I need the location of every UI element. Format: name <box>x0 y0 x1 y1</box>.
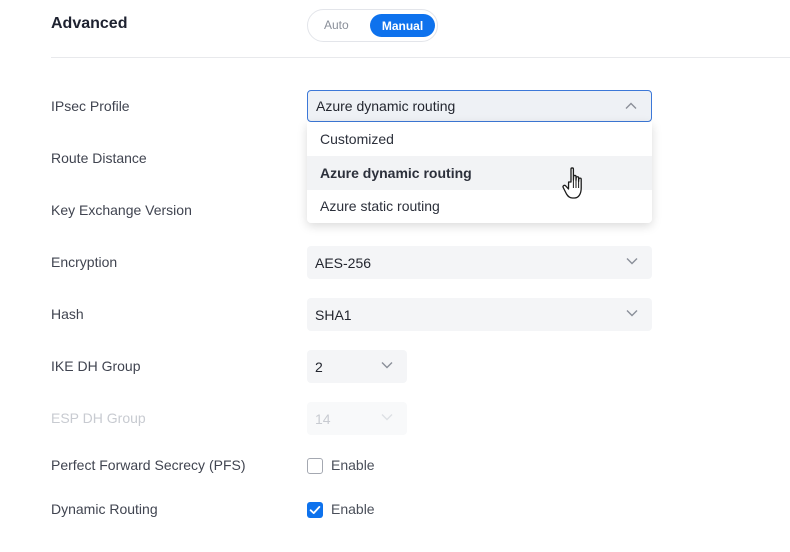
dynamic-routing-label: Dynamic Routing <box>51 501 158 517</box>
key-exchange-version-label: Key Exchange Version <box>51 202 192 218</box>
pfs-label: Perfect Forward Secrecy (PFS) <box>51 457 246 473</box>
dynamic-routing-checkbox[interactable] <box>307 502 323 518</box>
mode-manual-option[interactable]: Manual <box>370 14 435 37</box>
dropdown-option-azure-static-routing[interactable]: Azure static routing <box>307 189 652 223</box>
dropdown-option-azure-dynamic-routing[interactable]: Azure dynamic routing <box>307 156 652 190</box>
ipsec-profile-select[interactable]: Azure dynamic routing <box>307 90 652 122</box>
esp-dh-group-value: 14 <box>315 410 331 427</box>
chevron-down-icon <box>381 362 393 369</box>
hash-select[interactable]: SHA1 <box>307 298 652 331</box>
dropdown-option-customized[interactable]: Customized <box>307 122 652 156</box>
ipsec-profile-dropdown: Customized Azure dynamic routing Azure s… <box>307 122 652 223</box>
checkmark-icon <box>309 506 321 514</box>
chevron-down-icon <box>626 310 638 317</box>
dynamic-routing-enable-label[interactable]: Enable <box>331 501 375 517</box>
pfs-enable-label[interactable]: Enable <box>331 457 375 473</box>
ike-dh-group-select[interactable]: 2 <box>307 350 407 383</box>
ipsec-profile-label: IPsec Profile <box>51 98 130 114</box>
mode-toggle[interactable]: Auto Manual <box>307 9 438 42</box>
encryption-label: Encryption <box>51 254 118 270</box>
pfs-checkbox[interactable] <box>307 458 323 474</box>
hash-label: Hash <box>51 306 84 322</box>
ipsec-profile-value: Azure dynamic routing <box>316 98 456 114</box>
chevron-down-icon <box>381 414 393 421</box>
hand-pointer-icon <box>562 167 582 199</box>
chevron-up-icon <box>625 102 637 109</box>
chevron-down-icon <box>626 258 638 265</box>
ike-dh-group-value: 2 <box>315 358 323 375</box>
hash-value: SHA1 <box>315 306 352 323</box>
section-title: Advanced <box>51 15 128 32</box>
ike-dh-group-label: IKE DH Group <box>51 358 141 374</box>
esp-dh-group-select: 14 <box>307 402 407 435</box>
encryption-value: AES-256 <box>315 254 372 271</box>
route-distance-label: Route Distance <box>51 150 147 166</box>
divider <box>51 57 790 58</box>
encryption-select[interactable]: AES-256 <box>307 246 652 279</box>
mode-auto-option[interactable]: Auto <box>324 18 349 32</box>
esp-dh-group-label: ESP DH Group <box>51 410 146 426</box>
